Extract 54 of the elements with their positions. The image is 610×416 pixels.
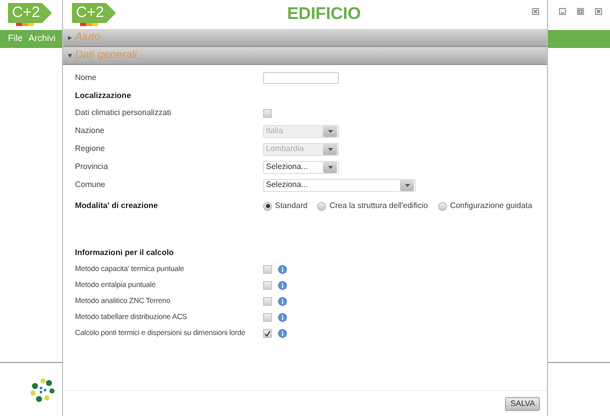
field-label: Regione <box>75 143 105 155</box>
checkbox[interactable] <box>263 328 272 338</box>
select-field[interactable]: Seleziona... <box>263 160 339 174</box>
maximize-icon[interactable] <box>577 8 584 15</box>
info-icon[interactable] <box>278 312 287 322</box>
info-icon[interactable] <box>278 280 287 290</box>
info-icon[interactable] <box>278 328 287 338</box>
dropdown-button[interactable] <box>400 179 414 191</box>
select-value: Italia <box>266 125 283 137</box>
field-label: Dati climatici personalizzati <box>75 107 172 119</box>
menu-item[interactable]: File <box>8 32 23 46</box>
radio-button[interactable] <box>317 202 326 210</box>
caret-icon <box>404 184 410 186</box>
field-label: Provincia <box>75 161 108 173</box>
dropdown-button[interactable] <box>323 161 337 173</box>
window-title: EDIFICIO <box>287 3 361 25</box>
logo-text: C+2 <box>12 4 40 22</box>
select-value: Lombardia <box>266 143 304 155</box>
field-label: Nazione <box>75 125 104 137</box>
check-icon <box>264 330 271 336</box>
name-field[interactable] <box>263 72 339 84</box>
logo-text: C+2 <box>76 4 104 22</box>
radio-label: Configurazione guidata <box>450 200 532 212</box>
dots-logo-icon <box>30 376 56 402</box>
section-title: Dati generali <box>75 48 137 64</box>
logo <box>72 3 116 27</box>
field-label: Modalita' di creazione <box>75 200 158 212</box>
caret-icon <box>328 130 332 132</box>
section-heading: Informazioni per il calcolo <box>75 246 174 258</box>
radio-button[interactable] <box>438 202 447 210</box>
radio-label: Standard <box>275 200 308 212</box>
radio-label: Crea la struttura dell'edificio <box>329 200 428 212</box>
radio-button[interactable] <box>263 202 272 210</box>
close-icon[interactable] <box>595 8 602 15</box>
section-header[interactable]: Aiuto <box>63 29 547 47</box>
select-field[interactable]: Seleziona... <box>263 178 416 192</box>
field-label: Nome <box>75 72 96 84</box>
info-icon[interactable] <box>278 296 287 306</box>
select-value: Seleziona... <box>266 161 308 173</box>
select-value: Seleziona... <box>266 179 308 191</box>
logo <box>8 3 52 27</box>
save-button[interactable]: SALVA <box>505 396 540 410</box>
caret-right-icon <box>68 36 72 40</box>
section-header[interactable]: Dati generali <box>63 47 547 65</box>
menu-item[interactable]: Archivi <box>28 32 56 46</box>
caret-down-icon <box>68 54 72 58</box>
info-icon[interactable] <box>278 264 287 274</box>
caret-icon <box>328 148 332 150</box>
minimize-icon[interactable] <box>559 8 566 15</box>
section-title: Aiuto <box>75 30 100 46</box>
close-icon[interactable] <box>532 8 539 15</box>
section-heading: Localizzazione <box>75 90 132 102</box>
caret-icon <box>328 166 332 168</box>
field-label: Comune <box>75 179 106 191</box>
